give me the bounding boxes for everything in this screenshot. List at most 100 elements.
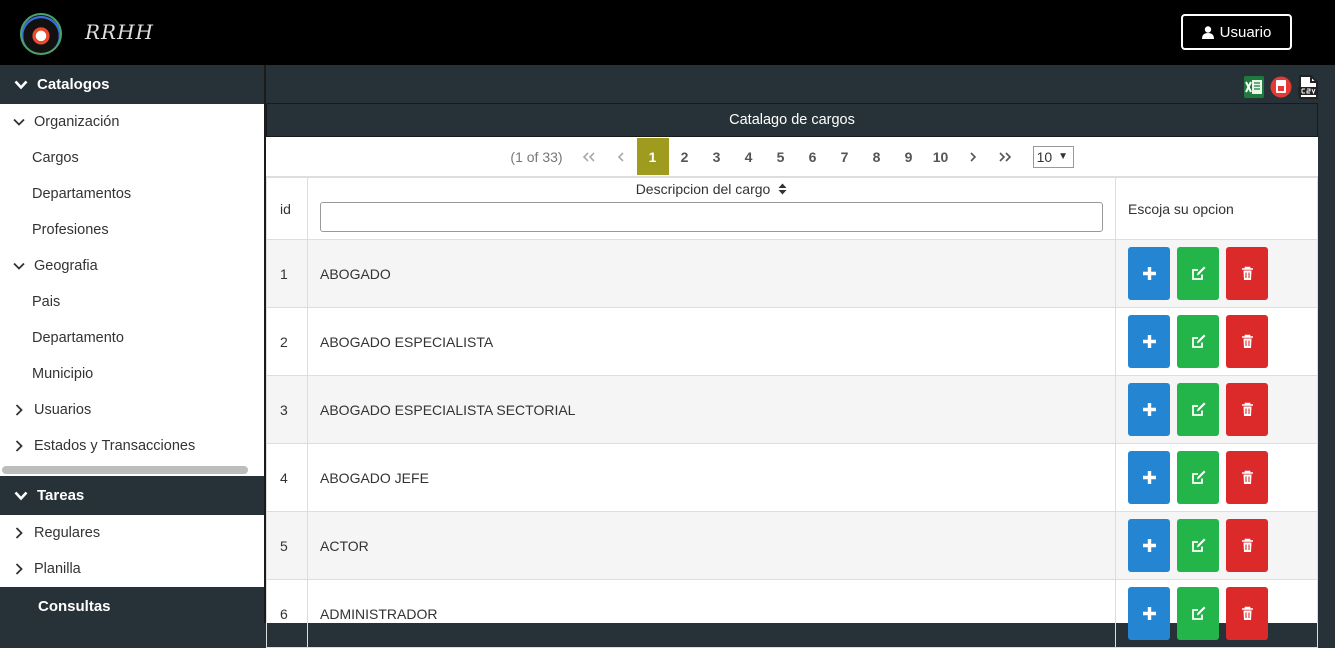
column-header-label: Descripcion del cargo xyxy=(635,181,771,197)
edit-button[interactable] xyxy=(1177,519,1219,572)
cell-actions xyxy=(1115,239,1318,308)
edit-button[interactable] xyxy=(1177,247,1219,300)
sidebar-item-departamentos[interactable]: Departamentos xyxy=(0,176,264,212)
sidebar-item-departamento[interactable]: Departamento xyxy=(0,320,264,356)
page-info: (1 of 33) xyxy=(510,148,563,165)
sidebar-item-label: Planilla xyxy=(34,561,81,577)
user-menu-button[interactable]: Usuario xyxy=(1181,14,1292,50)
sidebar-item-pais[interactable]: Pais xyxy=(0,284,264,320)
desc-filter-input[interactable] xyxy=(320,202,1103,232)
sidebar-item-organizacion[interactable]: Organización xyxy=(0,104,264,140)
page-button-10[interactable]: 10 xyxy=(925,138,957,175)
sidebar-item-planilla[interactable]: Planilla xyxy=(0,551,264,587)
page-button-8[interactable]: 8 xyxy=(861,138,893,175)
sidebar-item-usuarios[interactable]: Usuarios xyxy=(0,392,264,428)
table-row[interactable]: 4 ABOGADO JEFE xyxy=(266,443,1318,512)
page-button-9[interactable]: 9 xyxy=(893,138,925,175)
plus-icon xyxy=(1142,335,1156,348)
page-button-2[interactable]: 2 xyxy=(669,138,701,175)
plus-icon xyxy=(1142,607,1156,620)
delete-button[interactable] xyxy=(1226,247,1268,300)
sidebar-item-estados-transacciones[interactable]: Estados y Transacciones xyxy=(0,428,264,464)
user-menu-label: Usuario xyxy=(1219,23,1272,41)
plus-icon xyxy=(1142,539,1156,552)
sidebar-section-label: Catalogos xyxy=(37,76,110,93)
table-row[interactable]: 2 ABOGADO ESPECIALISTA xyxy=(266,307,1318,376)
delete-button[interactable] xyxy=(1226,519,1268,572)
add-button[interactable] xyxy=(1128,451,1170,504)
cell-actions xyxy=(1115,443,1318,512)
sidebar-item-label: Organización xyxy=(34,114,120,130)
sidebar-item-label: Usuarios xyxy=(34,402,92,418)
column-header-id[interactable]: id xyxy=(266,177,308,240)
add-button[interactable] xyxy=(1128,247,1170,300)
cell-id: 5 xyxy=(266,511,308,580)
sidebar-item-geografia[interactable]: Geografia xyxy=(0,248,264,284)
table-row[interactable]: 3 ABOGADO ESPECIALISTA SECTORIAL xyxy=(266,375,1318,444)
trash-icon xyxy=(1241,266,1253,280)
delete-button[interactable] xyxy=(1226,383,1268,436)
sidebar-section-label: Tareas xyxy=(37,487,85,504)
sidebar-section-consultas[interactable]: Consultas xyxy=(0,587,264,623)
table-row[interactable]: 6 ADMINISTRADOR xyxy=(266,579,1318,648)
excel-icon[interactable] xyxy=(1243,75,1265,99)
add-button[interactable] xyxy=(1128,315,1170,368)
top-bar: RRHH Usuario xyxy=(0,0,1335,65)
app-logo[interactable] xyxy=(20,13,62,55)
page-button-1[interactable]: 1 xyxy=(636,138,669,175)
add-button[interactable] xyxy=(1128,383,1170,436)
chevron-right-icon xyxy=(15,404,23,416)
horizontal-scrollbar[interactable] xyxy=(0,464,264,476)
chevron-down-icon xyxy=(13,262,25,270)
sidebar-item-profesiones[interactable]: Profesiones xyxy=(0,212,264,248)
cell-desc: ABOGADO ESPECIALISTA xyxy=(307,307,1116,376)
cell-id: 4 xyxy=(266,443,308,512)
sidebar-item-municipio[interactable]: Municipio xyxy=(0,356,264,392)
trash-icon xyxy=(1241,334,1253,348)
sidebar-item-regulares[interactable]: Regulares xyxy=(0,515,264,551)
cell-id: 1 xyxy=(266,239,308,308)
add-button[interactable] xyxy=(1128,519,1170,572)
cell-desc: ACTOR xyxy=(307,511,1116,580)
cell-actions xyxy=(1115,511,1318,580)
cell-desc: ABOGADO JEFE xyxy=(307,443,1116,512)
prev-page-button[interactable] xyxy=(605,138,637,175)
chevron-down-icon xyxy=(13,118,25,126)
edit-icon xyxy=(1191,266,1205,280)
page-button-4[interactable]: 4 xyxy=(733,138,765,175)
double-chevron-right-icon xyxy=(998,151,1011,162)
brand-name: RRHH xyxy=(85,20,154,44)
trash-icon xyxy=(1241,470,1253,484)
cell-id: 2 xyxy=(266,307,308,376)
edit-button[interactable] xyxy=(1177,315,1219,368)
table-row[interactable]: 1 ABOGADO xyxy=(266,239,1318,308)
delete-button[interactable] xyxy=(1226,451,1268,504)
column-header-desc[interactable]: Descripcion del cargo xyxy=(307,177,1116,240)
scrollbar-thumb[interactable] xyxy=(2,466,248,474)
chevron-right-icon xyxy=(15,563,23,575)
delete-button[interactable] xyxy=(1226,587,1268,640)
sidebar-section-tareas[interactable]: Tareas xyxy=(0,476,264,515)
last-page-button[interactable] xyxy=(989,138,1021,175)
sort-icon[interactable] xyxy=(778,183,787,195)
next-page-button[interactable] xyxy=(957,138,989,175)
edit-button[interactable] xyxy=(1177,451,1219,504)
sidebar-item-cargos[interactable]: Cargos xyxy=(0,140,264,176)
page-button-3[interactable]: 3 xyxy=(701,138,733,175)
edit-icon xyxy=(1191,606,1205,620)
rows-per-page-select[interactable]: 10 ▼ xyxy=(1032,145,1074,168)
page-button-7[interactable]: 7 xyxy=(829,138,861,175)
first-page-button[interactable] xyxy=(573,138,605,175)
chevron-right-icon xyxy=(969,151,976,162)
sidebar-section-catalogos[interactable]: Catalogos xyxy=(0,65,264,104)
page-button-5[interactable]: 5 xyxy=(765,138,797,175)
csv-icon[interactable] xyxy=(1297,75,1319,99)
page-button-6[interactable]: 6 xyxy=(797,138,829,175)
pdf-icon[interactable] xyxy=(1270,75,1292,99)
table-row[interactable]: 5 ACTOR xyxy=(266,511,1318,580)
add-button[interactable] xyxy=(1128,587,1170,640)
edit-button[interactable] xyxy=(1177,587,1219,640)
edit-button[interactable] xyxy=(1177,383,1219,436)
delete-button[interactable] xyxy=(1226,315,1268,368)
sidebar-section-label: Consultas xyxy=(38,598,111,615)
